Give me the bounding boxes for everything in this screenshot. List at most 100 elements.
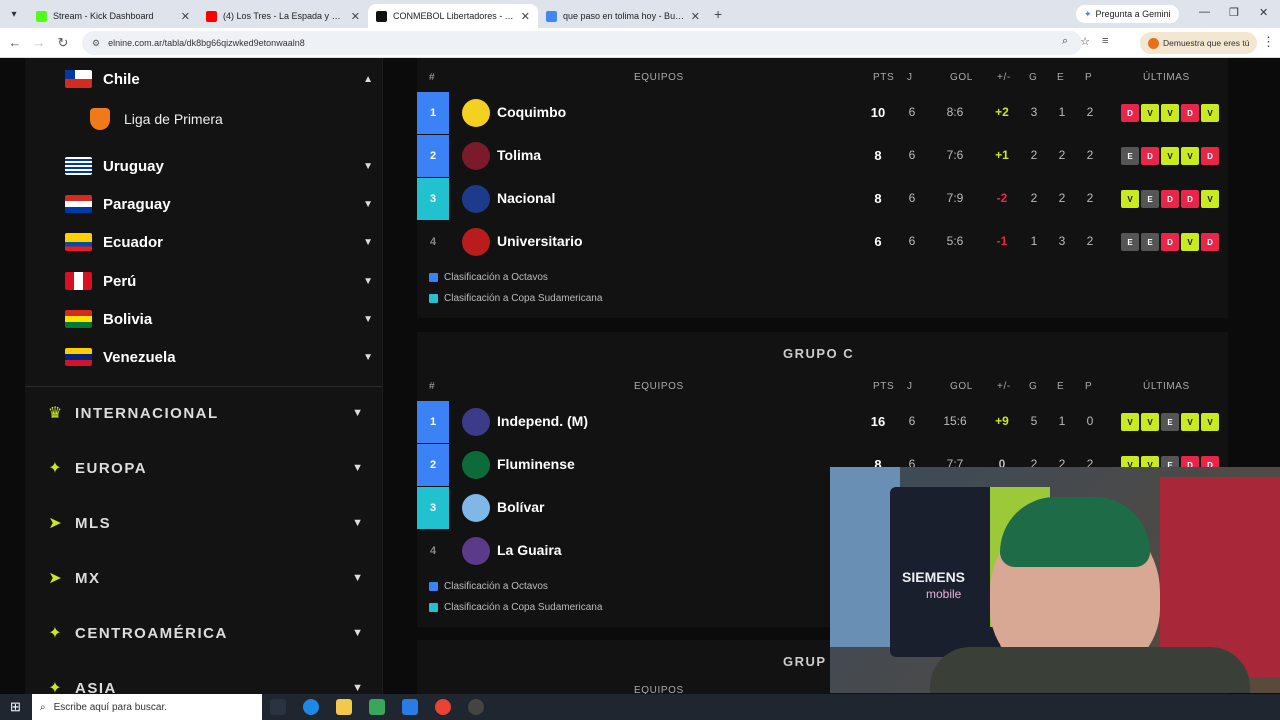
profile-avatar [1148, 37, 1159, 49]
team-name[interactable]: Coquimbo [497, 104, 566, 120]
chevron-down-icon[interactable]: ▼ [352, 572, 363, 584]
chevron-down-icon[interactable]: ▼ [363, 276, 373, 287]
jacket [930, 647, 1250, 693]
team-name[interactable]: Independ. (M) [497, 413, 588, 429]
country-item-chile[interactable]: Chile ▲ [65, 64, 373, 94]
chevron-up-icon[interactable]: ▲ [363, 74, 373, 85]
chevron-down-icon[interactable]: ▼ [352, 517, 363, 529]
team-name[interactable]: Bolívar [497, 499, 544, 515]
stat-p: 2 [1086, 234, 1094, 248]
table-row[interactable]: 1 Independ. (M) 16 6 15:6 +9 5 1 0 V V E V V [417, 401, 1228, 443]
team-name[interactable]: Fluminense [497, 456, 575, 472]
store-icon[interactable] [369, 699, 385, 715]
stat-p: 2 [1086, 191, 1094, 205]
sidebar-section[interactable]: ✦ EUROPA ▼ [45, 448, 363, 488]
section-label: INTERNACIONAL [75, 404, 219, 422]
stat-g: 3 [1030, 105, 1038, 119]
tab-search-icon[interactable]: ▾ [0, 0, 28, 28]
table-row[interactable]: 4 Universitario 6 6 5:6 -1 1 3 2 E E D V D [417, 221, 1228, 263]
webcam-overlay: SIEMENS mobile [830, 467, 1280, 693]
country-item[interactable]: Perú ▼ [65, 266, 373, 296]
team-name[interactable]: Universitario [497, 233, 583, 249]
forward-icon[interactable]: → [27, 35, 51, 50]
header-form: ÚLTIMAS [1143, 71, 1190, 83]
url-field[interactable]: ⚙ elnine.com.ar/tabla/dk8bg66qizwked9eto… [82, 31, 1082, 55]
country-item[interactable]: Ecuador ▼ [65, 227, 373, 257]
team-crest-icon [462, 494, 490, 522]
browser-tab[interactable]: CONMEBOL Libertadores - Tabl ✕ [368, 4, 538, 28]
chevron-down-icon[interactable]: ▼ [352, 462, 363, 474]
close-window-icon[interactable]: ✕ [1259, 6, 1268, 19]
chrome-icon[interactable] [435, 699, 451, 715]
country-item[interactable]: Paraguay ▼ [65, 189, 373, 219]
chevron-down-icon[interactable]: ▼ [363, 352, 373, 363]
header-pts: PTS [873, 380, 895, 392]
taskbar-search[interactable]: ⌕ Escribe aquí para buscar. [32, 694, 262, 720]
bookmark-star-icon[interactable]: ☆ [1080, 35, 1090, 48]
stat-diff: +1 [995, 148, 1009, 162]
chevron-down-icon[interactable]: ▼ [363, 199, 373, 210]
position-badge: 3 [417, 487, 449, 529]
country-item[interactable]: Venezuela ▼ [65, 342, 373, 372]
browser-tab[interactable]: Stream - Kick Dashboard ✕ [28, 4, 198, 28]
country-item[interactable]: Uruguay ▼ [65, 151, 373, 181]
file-explorer-icon[interactable] [336, 699, 352, 715]
stat-pts: 8 [874, 148, 882, 163]
trophy-icon: ♛ [47, 405, 63, 422]
search-icon: ⌕ [40, 701, 46, 713]
tab-close-icon[interactable]: ✕ [351, 10, 360, 23]
sidebar-section[interactable]: ➤ MLS ▼ [45, 503, 363, 543]
table-row[interactable]: 2 Tolima 8 6 7:6 +1 2 2 2 E D V V D [417, 135, 1228, 177]
boot-icon: ➤ [48, 515, 62, 532]
chevron-down-icon[interactable]: ▼ [363, 314, 373, 325]
section-label: MX [75, 569, 101, 587]
sidebar-section[interactable]: ➤ MX ▼ [45, 558, 363, 598]
form-chip: D [1161, 233, 1179, 251]
menu-icon[interactable]: ⋮ [1262, 34, 1275, 50]
windows-start-icon[interactable]: ⊞ [10, 699, 21, 715]
paraguay-flag-icon [65, 195, 92, 213]
chevron-down-icon[interactable]: ▼ [352, 407, 363, 419]
gemini-button[interactable]: ✦ Pregunta a Gemini [1076, 5, 1179, 23]
sidebar-section[interactable]: ✦ CENTROAMÉRICA ▼ [45, 613, 363, 653]
tab-close-icon[interactable]: ✕ [691, 10, 700, 23]
task-view-icon[interactable] [270, 699, 286, 715]
chevron-down-icon[interactable]: ▼ [363, 161, 373, 172]
form-chip: V [1141, 413, 1159, 431]
team-name[interactable]: Tolima [497, 147, 541, 163]
chevron-down-icon[interactable]: ▼ [352, 682, 363, 694]
league-item[interactable]: Liga de Primera [90, 108, 223, 130]
obs-icon[interactable] [468, 699, 484, 715]
browser-tab[interactable]: que paso en tolima hoy - Busca ✕ [538, 4, 708, 28]
form-guide: VEDDV [1121, 190, 1219, 208]
site-info-icon[interactable]: ⚙ [92, 38, 100, 49]
browser-tab[interactable]: (4) Los Tres - La Espada y La Par ✕ [198, 4, 368, 28]
tab-close-icon[interactable]: ✕ [181, 10, 190, 23]
search-placeholder: Escribe aquí para buscar. [53, 701, 168, 713]
maximize-icon[interactable]: ❐ [1229, 6, 1239, 19]
sidebar-section[interactable]: ♛ INTERNACIONAL ▼ [45, 393, 363, 433]
legend-swatch [429, 582, 438, 591]
zoom-icon[interactable]: ⌕ [1062, 35, 1068, 48]
profile-chip[interactable]: Demuestra que eres tú [1140, 32, 1258, 54]
edge-icon[interactable] [303, 699, 319, 715]
sidebar: Chile ▲ Liga de Primera Uruguay ▼ Paraguay… [25, 58, 383, 694]
back-icon[interactable]: ← [3, 35, 27, 50]
stat-g: 5 [1030, 414, 1038, 428]
form-chip: D [1181, 190, 1199, 208]
country-item[interactable]: Bolivia ▼ [65, 304, 373, 334]
mail-icon[interactable] [402, 699, 418, 715]
team-name[interactable]: La Guaira [497, 542, 562, 558]
team-name[interactable]: Nacional [497, 190, 555, 206]
sidebar-section[interactable]: ✦ ASIA ▼ [45, 668, 363, 695]
table-row[interactable]: 3 Nacional 8 6 7:9 -2 2 2 2 V E D D V [417, 178, 1228, 220]
tab-close-icon[interactable]: ✕ [521, 10, 530, 23]
minimize-icon[interactable]: — [1199, 6, 1210, 18]
reading-list-icon[interactable]: ≡ [1102, 35, 1108, 48]
table-row[interactable]: 1 Coquimbo 10 6 8:6 +2 3 1 2 D V V D V [417, 92, 1228, 134]
new-tab-button[interactable]: + [714, 6, 722, 22]
stat-diff: +9 [995, 414, 1009, 428]
chevron-down-icon[interactable]: ▼ [352, 627, 363, 639]
reload-icon[interactable]: ↻ [51, 35, 75, 51]
chevron-down-icon[interactable]: ▼ [363, 237, 373, 248]
